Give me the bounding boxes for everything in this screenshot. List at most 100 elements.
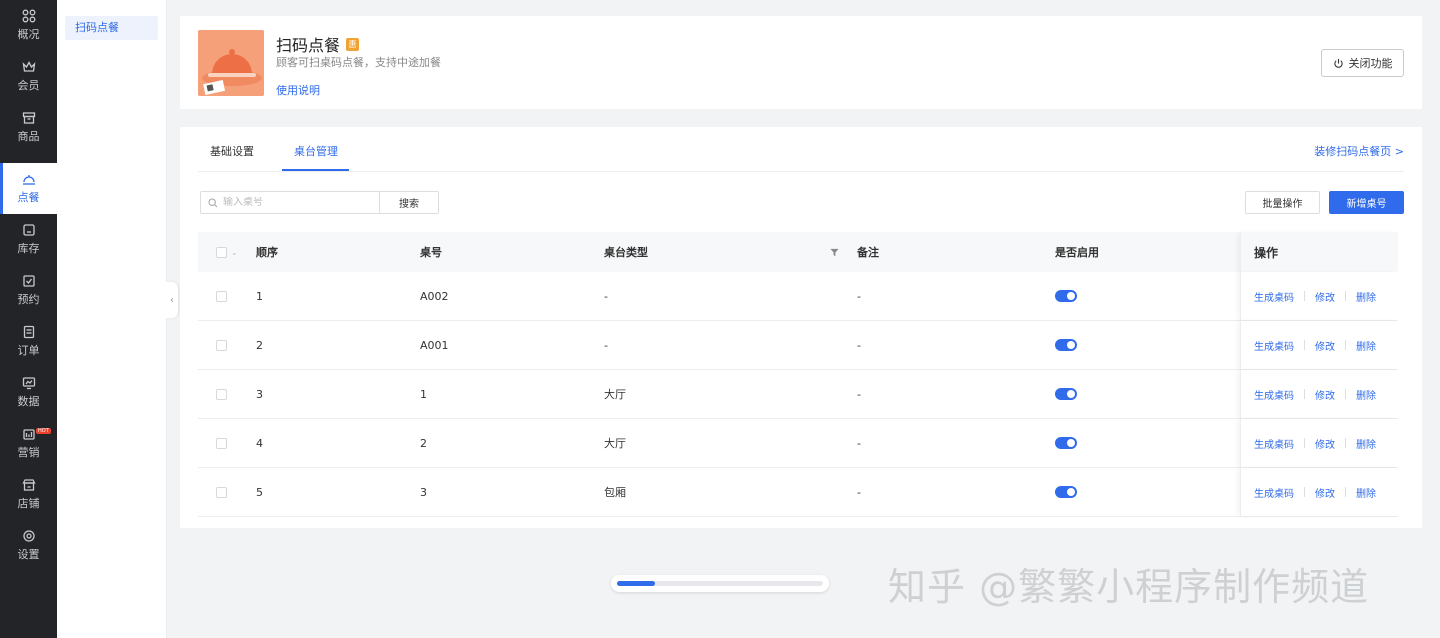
warehouse-icon — [22, 224, 35, 236]
action-divider — [1345, 291, 1346, 301]
cell-order: 5 — [256, 485, 263, 499]
generate-code-link[interactable]: 生成桌码 — [1254, 338, 1294, 353]
nav-item-overview[interactable]: 概况 — [0, 0, 57, 51]
nav-item-settings[interactable]: 设置 — [0, 520, 57, 571]
nav-label: 店铺 — [17, 497, 40, 510]
delete-link[interactable]: 删除 — [1356, 436, 1376, 451]
enabled-toggle[interactable] — [1055, 388, 1077, 400]
nav-item-booking[interactable]: 预约 — [0, 265, 57, 316]
cell-table-type: 大厅 — [604, 437, 626, 450]
edit-link[interactable]: 修改 — [1315, 485, 1335, 500]
enabled-toggle[interactable] — [1055, 486, 1077, 498]
row-select[interactable] — [216, 468, 227, 516]
delete-link[interactable]: 删除 — [1356, 289, 1376, 304]
row-checkbox[interactable] — [216, 290, 227, 302]
decorate-page-link[interactable]: 装修扫码点餐页 > — [1314, 143, 1404, 159]
tables-table: ⌄ 顺序 桌号 桌台类型 备注 是否启用 操作 1 A002 - - 生成桌码 … — [198, 232, 1398, 517]
close-feature-label: 关闭功能 — [1348, 58, 1393, 70]
chart-monitor-icon — [22, 377, 35, 390]
feature-title: 扫码点餐 惠 — [276, 32, 360, 56]
nav-label: 概况 — [17, 28, 40, 41]
row-select[interactable] — [216, 419, 227, 467]
col-order: 顺序 — [256, 246, 278, 259]
generate-code-link[interactable]: 生成桌码 — [1254, 485, 1294, 500]
generate-code-link[interactable]: 生成桌码 — [1254, 289, 1294, 304]
edit-link[interactable]: 修改 — [1315, 338, 1335, 353]
calendar-check-icon — [22, 275, 35, 287]
table-row: 1 A002 - - 生成桌码 修改 删除 — [198, 272, 1398, 321]
generate-code-link[interactable]: 生成桌码 — [1254, 387, 1294, 402]
subnav-item-scan-order[interactable]: 扫码点餐 — [65, 16, 158, 40]
search-button[interactable]: 搜索 — [379, 191, 439, 214]
edit-link[interactable]: 修改 — [1315, 289, 1335, 304]
table-management-card: 基础设置 桌台管理 装修扫码点餐页 > 搜索 批量操作 新增桌号 ⌄ 顺序 桌号… — [180, 127, 1422, 528]
close-feature-button[interactable]: 关闭功能 — [1321, 49, 1404, 77]
chevron-down-icon[interactable]: ⌄ — [231, 248, 238, 257]
enabled-toggle[interactable] — [1055, 290, 1077, 302]
nav-label: 营销 — [17, 446, 40, 459]
edit-link[interactable]: 修改 — [1315, 387, 1335, 402]
enabled-toggle[interactable] — [1055, 437, 1077, 449]
cell-table-type: 包厢 — [604, 486, 626, 499]
nav-item-marketing[interactable]: HOT 营销 — [0, 418, 57, 469]
nav-label: 会员 — [17, 79, 40, 92]
row-actions: 生成桌码 修改 删除 — [1240, 272, 1398, 320]
collapse-sidebar-button[interactable]: ‹ — [166, 282, 178, 318]
filter-icon[interactable] — [830, 232, 839, 272]
select-all-checkbox[interactable] — [216, 246, 227, 258]
add-table-button[interactable]: 新增桌号 — [1329, 191, 1404, 214]
row-checkbox[interactable] — [216, 437, 227, 449]
scrollbar-track[interactable] — [617, 581, 823, 586]
nav-item-data[interactable]: 数据 — [0, 367, 57, 418]
cell-remark: - — [857, 289, 861, 303]
delete-link[interactable]: 删除 — [1356, 338, 1376, 353]
nav-label: 点餐 — [17, 191, 40, 204]
row-select[interactable] — [216, 272, 227, 320]
edit-link[interactable]: 修改 — [1315, 436, 1335, 451]
col-remark: 备注 — [857, 246, 879, 259]
scan-order-illustration — [198, 30, 264, 96]
nav-item-ordering[interactable]: 点餐 — [0, 163, 57, 214]
row-select[interactable] — [216, 321, 227, 369]
delete-link[interactable]: 删除 — [1356, 387, 1376, 402]
table-row: 2 A001 - - 生成桌码 修改 删除 — [198, 321, 1398, 370]
tab-table-management[interactable]: 桌台管理 — [294, 143, 338, 159]
cell-table-type: - — [604, 289, 608, 303]
action-divider — [1304, 389, 1305, 399]
power-icon — [1333, 58, 1343, 68]
select-all[interactable]: ⌄ — [216, 232, 238, 272]
cell-enabled — [1055, 370, 1077, 418]
cell-order: 3 — [256, 387, 263, 401]
action-divider — [1345, 340, 1346, 350]
cell-table-no: A001 — [420, 338, 449, 352]
cell-table-no: 2 — [420, 436, 427, 450]
generate-code-link[interactable]: 生成桌码 — [1254, 436, 1294, 451]
nav-label: 商品 — [17, 130, 40, 143]
crown-icon — [22, 61, 35, 72]
row-checkbox[interactable] — [216, 388, 227, 400]
delete-link[interactable]: 删除 — [1356, 485, 1376, 500]
feature-header-card: 扫码点餐 惠 顾客可扫桌码点餐，支持中途加餐 使用说明 关闭功能 — [180, 16, 1422, 109]
feature-title-text: 扫码点餐 — [276, 36, 341, 55]
search-input[interactable] — [223, 197, 363, 208]
nav-item-member[interactable]: 会员 — [0, 51, 57, 102]
marketing-icon — [22, 429, 35, 440]
row-checkbox[interactable] — [216, 486, 227, 498]
table-row: 5 3 包厢 - 生成桌码 修改 删除 — [198, 468, 1398, 517]
tab-basic-settings[interactable]: 基础设置 — [210, 143, 254, 159]
row-select[interactable] — [216, 370, 227, 418]
nav-item-orders[interactable]: 订单 — [0, 316, 57, 367]
nav-item-store[interactable]: 店铺 — [0, 469, 57, 520]
nav-item-inventory[interactable]: 库存 — [0, 214, 57, 265]
cell-table-type: - — [604, 338, 608, 352]
horizontal-scrollbar[interactable] — [611, 575, 829, 592]
usage-guide-link[interactable]: 使用说明 — [276, 82, 320, 98]
batch-operation-button[interactable]: 批量操作 — [1245, 191, 1320, 214]
scrollbar-thumb[interactable] — [617, 581, 655, 586]
row-checkbox[interactable] — [216, 339, 227, 351]
enabled-toggle[interactable] — [1055, 339, 1077, 351]
chevron-left-icon: ‹ — [170, 294, 174, 306]
nav-item-goods[interactable]: 商品 — [0, 102, 57, 153]
search-field[interactable] — [200, 191, 380, 214]
sub-nav: 扫码点餐 — [57, 0, 167, 638]
